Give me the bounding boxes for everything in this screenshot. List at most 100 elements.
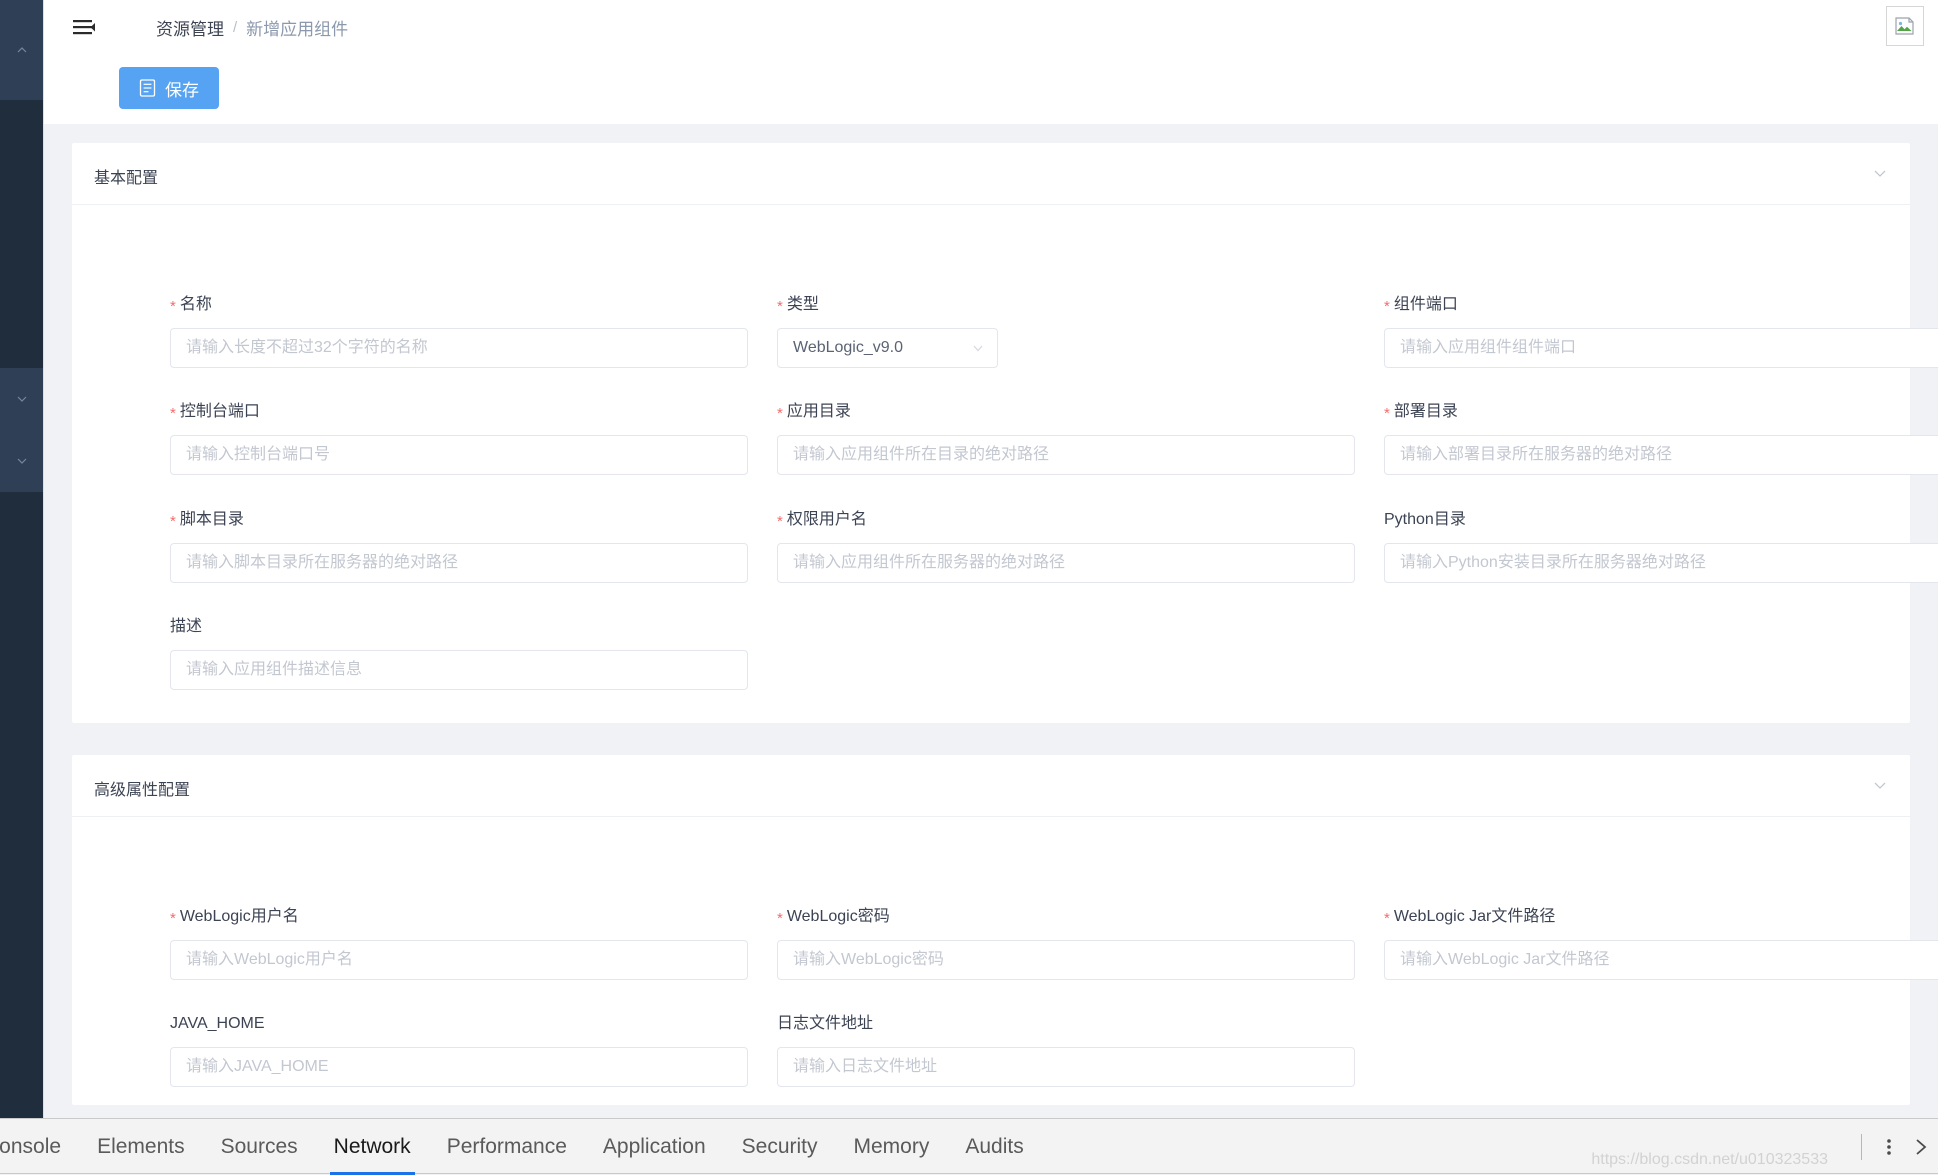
type-select-wrap: WebLogic_v9.0	[777, 328, 998, 368]
hamburger-icon[interactable]	[70, 13, 98, 41]
required-marker: *	[170, 298, 176, 315]
advanced-config-title: 高级属性配置	[94, 782, 191, 799]
field-weblogic-password-label: * WebLogic密码	[777, 908, 890, 927]
required-marker: *	[777, 405, 783, 422]
java-home-input[interactable]	[170, 1047, 748, 1087]
devtools-tab-sources[interactable]: Sources	[203, 1119, 316, 1175]
required-marker: *	[170, 910, 176, 927]
field-java-home: JAVA_HOME	[170, 1014, 748, 1087]
field-weblogic-password: * WebLogic密码	[777, 907, 1355, 980]
field-log-path: 日志文件地址	[777, 1014, 1355, 1087]
page-header: 资源管理 / 新增应用组件 保存	[44, 0, 1938, 124]
field-weblogic-jar-path-label: * WebLogic Jar文件路径	[1384, 908, 1556, 927]
devtools-actions	[1861, 1119, 1934, 1175]
description-input[interactable]	[170, 650, 748, 690]
field-java-home-label: JAVA_HOME	[170, 1015, 265, 1032]
devtools-tab-elements[interactable]: Elements	[79, 1119, 203, 1175]
required-marker: *	[777, 513, 783, 530]
field-weblogic-user-label: * WebLogic用户名	[170, 908, 299, 927]
field-log-path-label: 日志文件地址	[777, 1015, 874, 1032]
chevron-down-icon	[15, 392, 29, 406]
save-button[interactable]: 保存	[119, 67, 219, 109]
name-input[interactable]	[170, 328, 748, 368]
advanced-config-header: 高级属性配置	[72, 755, 1910, 817]
field-description-label: 描述	[170, 618, 203, 635]
devtools-tab-network[interactable]: Network	[316, 1119, 429, 1175]
field-name-label: * 名称	[170, 296, 212, 315]
field-script-dir: * 脚本目录	[170, 510, 748, 583]
required-marker: *	[1384, 910, 1390, 927]
chevron-up-icon	[15, 43, 29, 57]
type-select-value: WebLogic_v9.0	[793, 339, 903, 356]
console-port-input[interactable]	[170, 435, 748, 475]
chevron-down-icon	[15, 454, 29, 468]
devtools-tab-memory[interactable]: Memory	[836, 1119, 948, 1175]
required-marker: *	[777, 910, 783, 927]
field-console-port-label: * 控制台端口	[170, 403, 260, 422]
field-description: 描述	[170, 617, 748, 690]
sidebar-item-collapsed-mid[interactable]	[0, 368, 43, 430]
devtools-divider	[1861, 1134, 1862, 1160]
basic-config-header: 基本配置	[72, 143, 1910, 205]
field-type: * 类型 WebLogic_v9.0	[777, 295, 1355, 368]
devtools-tab-performance[interactable]: Performance	[429, 1119, 585, 1175]
chevron-down-icon[interactable]	[1872, 165, 1888, 181]
left-sidebar	[0, 0, 43, 1118]
field-weblogic-jar-path: * WebLogic Jar文件路径	[1384, 907, 1938, 980]
breadcrumb: 资源管理 / 新增应用组件	[156, 14, 348, 40]
field-deploy-dir-label: * 部署目录	[1384, 403, 1458, 422]
deploy-dir-input[interactable]	[1384, 435, 1938, 475]
field-app-dir: * 应用目录	[777, 402, 1355, 475]
field-console-port: * 控制台端口	[170, 402, 748, 475]
devtools-bar: ConsoleElementsSourcesNetworkPerformance…	[0, 1118, 1938, 1175]
priv-user-input[interactable]	[777, 543, 1355, 583]
breadcrumb-current: 新增应用组件	[246, 19, 349, 39]
python-dir-input[interactable]	[1384, 543, 1938, 583]
weblogic-user-input[interactable]	[170, 940, 748, 980]
devtools-tab-console[interactable]: Console	[0, 1119, 79, 1175]
chevron-down-icon[interactable]	[971, 341, 985, 355]
script-dir-input[interactable]	[170, 543, 748, 583]
field-deploy-dir: * 部署目录	[1384, 402, 1938, 475]
field-component-port-label: * 组件端口	[1384, 296, 1458, 315]
weblogic-jar-path-input[interactable]	[1384, 940, 1938, 980]
field-python-dir: Python目录	[1384, 510, 1938, 583]
chevron-down-icon[interactable]	[1872, 777, 1888, 793]
save-button-label: 保存	[165, 80, 199, 100]
advanced-config-card: 高级属性配置 *WebLogic用户名 *WebLogic密码	[72, 755, 1938, 1105]
devtools-tab-list: ConsoleElementsSourcesNetworkPerformance…	[0, 1119, 1042, 1175]
sidebar-item-collapsed-bottom[interactable]	[0, 430, 43, 492]
required-marker: *	[777, 298, 783, 315]
avatar[interactable]	[1886, 6, 1924, 46]
breadcrumb-separator: /	[233, 18, 238, 36]
required-marker: *	[1384, 298, 1390, 315]
type-select[interactable]: WebLogic_v9.0	[777, 328, 998, 368]
main-content: 资源管理 / 新增应用组件 保存 基本配置 * 名称 请输入长度不超过32个字符…	[44, 0, 1938, 1118]
field-name: * 名称	[170, 295, 748, 368]
devtools-tab-audits[interactable]: Audits	[947, 1119, 1041, 1175]
basic-config-card: 基本配置 *名称 *类型	[72, 143, 1938, 723]
weblogic-password-input[interactable]	[777, 940, 1355, 980]
close-icon[interactable]	[1908, 1132, 1934, 1162]
required-marker: *	[170, 405, 176, 422]
app-dir-input[interactable]	[777, 435, 1355, 475]
required-marker: *	[170, 513, 176, 530]
browser-page: 资源管理 / 新增应用组件 保存 基本配置 * 名称 请输入长度不超过32个字符…	[0, 0, 1938, 1118]
devtools-tab-application[interactable]: Application	[585, 1119, 724, 1175]
field-python-dir-label: Python目录	[1384, 511, 1466, 528]
field-script-dir-label: * 脚本目录	[170, 511, 244, 530]
field-priv-user: * 权限用户名	[777, 510, 1355, 583]
field-component-port: * 组件端口	[1384, 295, 1938, 368]
field-app-dir-label: * 应用目录	[777, 403, 851, 422]
kebab-menu-icon[interactable]	[1876, 1132, 1902, 1162]
log-path-input[interactable]	[777, 1047, 1355, 1087]
sidebar-item-collapsed-top[interactable]	[0, 0, 43, 100]
field-priv-user-label: * 权限用户名	[777, 511, 867, 530]
breadcrumb-root[interactable]: 资源管理	[156, 15, 224, 40]
field-weblogic-user: * WebLogic用户名	[170, 907, 748, 980]
broken-image-icon	[1894, 15, 1916, 37]
document-icon	[139, 79, 156, 97]
component-port-input[interactable]	[1384, 328, 1938, 368]
devtools-tab-security[interactable]: Security	[724, 1119, 836, 1175]
basic-config-title: 基本配置	[94, 170, 159, 187]
